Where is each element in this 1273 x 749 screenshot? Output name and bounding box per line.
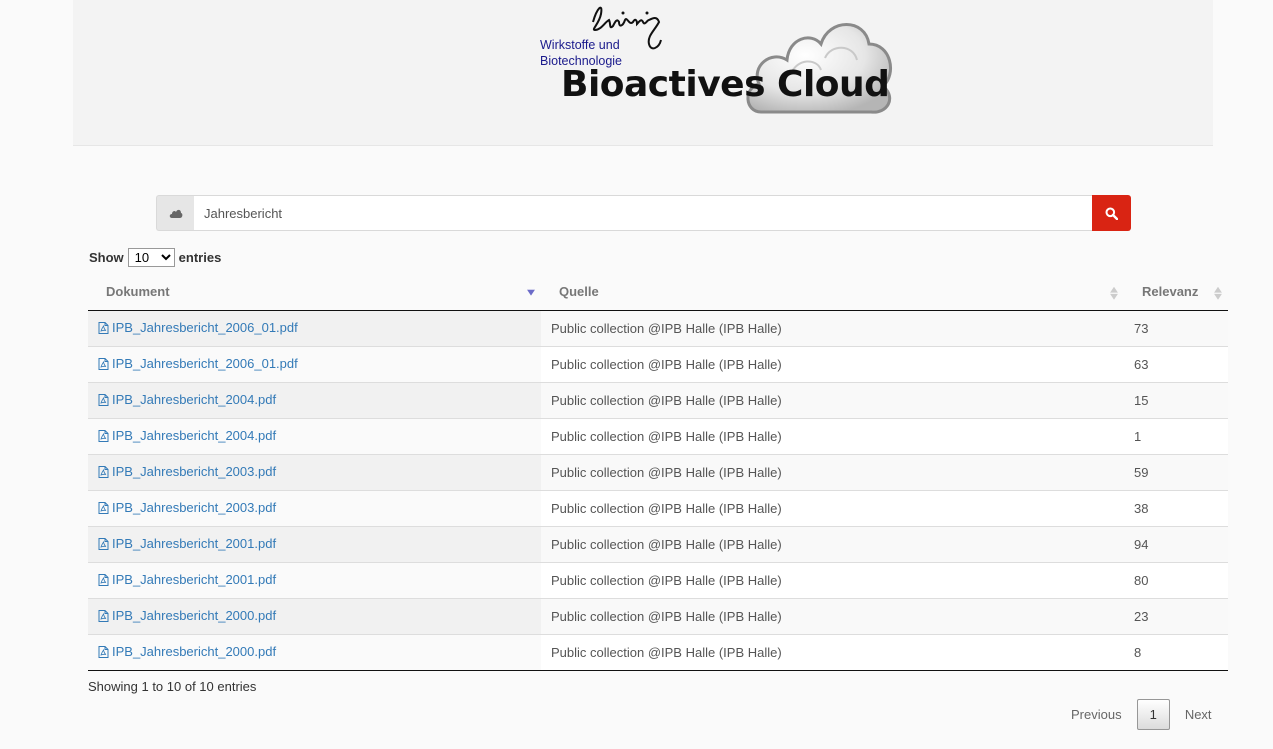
search-input[interactable] — [194, 195, 1092, 231]
sort-desc-icon — [527, 289, 535, 296]
document-cell: IPB_Jahresbericht_2001.pdf — [88, 562, 541, 599]
table-row: IPB_Jahresbericht_2004.pdf Public collect… — [88, 418, 1228, 455]
column-header-relevanz[interactable]: Relevanz — [1124, 273, 1228, 311]
document-name: IPB_Jahresbericht_2004.pdf — [112, 392, 277, 408]
relevance-cell: 8 — [1124, 634, 1228, 671]
page-1-button[interactable]: 1 — [1136, 699, 1170, 730]
document-link[interactable]: IPB_Jahresbericht_2006_01.pdf — [98, 356, 298, 371]
document-link[interactable]: IPB_Jahresbericht_2003.pdf — [98, 464, 276, 479]
source-cell: Public collection @IPB Halle (IPB Halle) — [541, 562, 1124, 599]
site-title: Bioactives Cloud — [561, 64, 890, 105]
pdf-file-icon — [98, 645, 109, 658]
pdf-file-icon — [98, 357, 109, 370]
relevance-cell: 73 — [1124, 310, 1228, 347]
table-row: IPB_Jahresbericht_2000.pdf Public collect… — [88, 634, 1228, 671]
column-header-label: Relevanz — [1142, 284, 1199, 299]
document-name: IPB_Jahresbericht_2006_01.pdf — [112, 320, 298, 336]
table-row: IPB_Jahresbericht_2004.pdf Public collect… — [88, 382, 1228, 419]
source-cell: Public collection @IPB Halle (IPB Halle) — [541, 346, 1124, 383]
source-cell: Public collection @IPB Halle (IPB Halle) — [541, 418, 1124, 455]
previous-page-button[interactable]: Previous — [1060, 700, 1133, 729]
source-cell: Public collection @IPB Halle (IPB Halle) — [541, 310, 1124, 347]
document-link[interactable]: IPB_Jahresbericht_2004.pdf — [98, 392, 276, 407]
document-name: IPB_Jahresbericht_2004.pdf — [112, 428, 277, 444]
column-header-label: Dokument — [106, 284, 170, 299]
table-row: IPB_Jahresbericht_2000.pdf Public collect… — [88, 598, 1228, 635]
search-addon — [156, 195, 194, 231]
table-row: IPB_Jahresbericht_2006_01.pdf Public coll… — [88, 346, 1228, 383]
results-table: Dokument Quelle Relevanz IPB_Jahresberic… — [88, 273, 1228, 671]
entries-select[interactable]: 10 — [127, 248, 175, 267]
document-name: IPB_Jahresbericht_2006_01.pdf — [112, 356, 298, 372]
pdf-file-icon — [98, 609, 109, 622]
source-cell: Public collection @IPB Halle (IPB Halle) — [541, 454, 1124, 491]
pdf-file-icon — [98, 537, 109, 550]
document-cell: IPB_Jahresbericht_2003.pdf — [88, 490, 541, 527]
column-header-dokument[interactable]: Dokument — [88, 273, 541, 311]
document-cell: IPB_Jahresbericht_2003.pdf — [88, 454, 541, 491]
header-banner: Wirkstoffe und Biotechnologie Bioactives… — [73, 0, 1213, 146]
entries-label: entries — [178, 250, 222, 265]
pdf-file-icon — [98, 501, 109, 514]
pdf-file-icon — [98, 465, 109, 478]
relevance-cell: 63 — [1124, 346, 1228, 383]
pdf-file-icon — [98, 429, 109, 442]
column-header-quelle[interactable]: Quelle — [541, 273, 1124, 311]
pdf-file-icon — [98, 393, 109, 406]
entries-length-control: Show 10 entries — [89, 248, 221, 267]
document-link[interactable]: IPB_Jahresbericht_2003.pdf — [98, 500, 276, 515]
relevance-cell: 38 — [1124, 490, 1228, 527]
next-page-button[interactable]: Next — [1174, 700, 1223, 729]
document-name: IPB_Jahresbericht_2003.pdf — [112, 464, 277, 480]
document-name: IPB_Jahresbericht_2000.pdf — [112, 608, 277, 624]
document-cell: IPB_Jahresbericht_2000.pdf — [88, 598, 541, 635]
source-cell: Public collection @IPB Halle (IPB Halle) — [541, 598, 1124, 635]
relevance-cell: 80 — [1124, 562, 1228, 599]
document-cell: IPB_Jahresbericht_2006_01.pdf — [88, 346, 541, 383]
document-name: IPB_Jahresbericht_2003.pdf — [112, 500, 277, 516]
table-info: Showing 1 to 10 of 10 entries — [88, 679, 257, 694]
pagination: Previous 1 Next — [1060, 699, 1223, 730]
table-row: IPB_Jahresbericht_2003.pdf Public collect… — [88, 454, 1228, 491]
source-cell: Public collection @IPB Halle (IPB Halle) — [541, 490, 1124, 527]
document-link[interactable]: IPB_Jahresbericht_2000.pdf — [98, 608, 276, 623]
document-cell: IPB_Jahresbericht_2004.pdf — [88, 418, 541, 455]
relevance-cell: 1 — [1124, 418, 1228, 455]
column-header-label: Quelle — [559, 284, 599, 299]
document-cell: IPB_Jahresbericht_2004.pdf — [88, 382, 541, 419]
document-name: IPB_Jahresbericht_2001.pdf — [112, 536, 277, 552]
table-row: IPB_Jahresbericht_2001.pdf Public collect… — [88, 526, 1228, 563]
pdf-file-icon — [98, 321, 109, 334]
relevance-cell: 23 — [1124, 598, 1228, 635]
document-name: IPB_Jahresbericht_2000.pdf — [112, 644, 277, 660]
search-button[interactable] — [1092, 195, 1131, 231]
document-name: IPB_Jahresbericht_2001.pdf — [112, 572, 277, 588]
sort-both-icon — [1110, 286, 1118, 300]
search-bar — [156, 195, 1131, 231]
relevance-cell: 59 — [1124, 454, 1228, 491]
document-link[interactable]: IPB_Jahresbericht_2001.pdf — [98, 536, 276, 551]
pdf-file-icon — [98, 573, 109, 586]
relevance-cell: 15 — [1124, 382, 1228, 419]
show-label: Show — [89, 250, 124, 265]
document-cell: IPB_Jahresbericht_2006_01.pdf — [88, 310, 541, 347]
document-link[interactable]: IPB_Jahresbericht_2001.pdf — [98, 572, 276, 587]
source-cell: Public collection @IPB Halle (IPB Halle) — [541, 526, 1124, 563]
table-row: IPB_Jahresbericht_2006_01.pdf Public coll… — [88, 310, 1228, 347]
table-row: IPB_Jahresbericht_2003.pdf Public collect… — [88, 490, 1228, 527]
document-link[interactable]: IPB_Jahresbericht_2004.pdf — [98, 428, 276, 443]
search-icon — [1105, 207, 1118, 220]
relevance-cell: 94 — [1124, 526, 1228, 563]
source-cell: Public collection @IPB Halle (IPB Halle) — [541, 634, 1124, 671]
sort-both-icon — [1214, 286, 1222, 300]
document-link[interactable]: IPB_Jahresbericht_2000.pdf — [98, 644, 276, 659]
document-cell: IPB_Jahresbericht_2001.pdf — [88, 526, 541, 563]
document-link[interactable]: IPB_Jahresbericht_2006_01.pdf — [98, 320, 298, 335]
table-row: IPB_Jahresbericht_2001.pdf Public collect… — [88, 562, 1228, 599]
source-cell: Public collection @IPB Halle (IPB Halle) — [541, 382, 1124, 419]
document-cell: IPB_Jahresbericht_2000.pdf — [88, 634, 541, 671]
cloud-icon — [169, 209, 182, 218]
